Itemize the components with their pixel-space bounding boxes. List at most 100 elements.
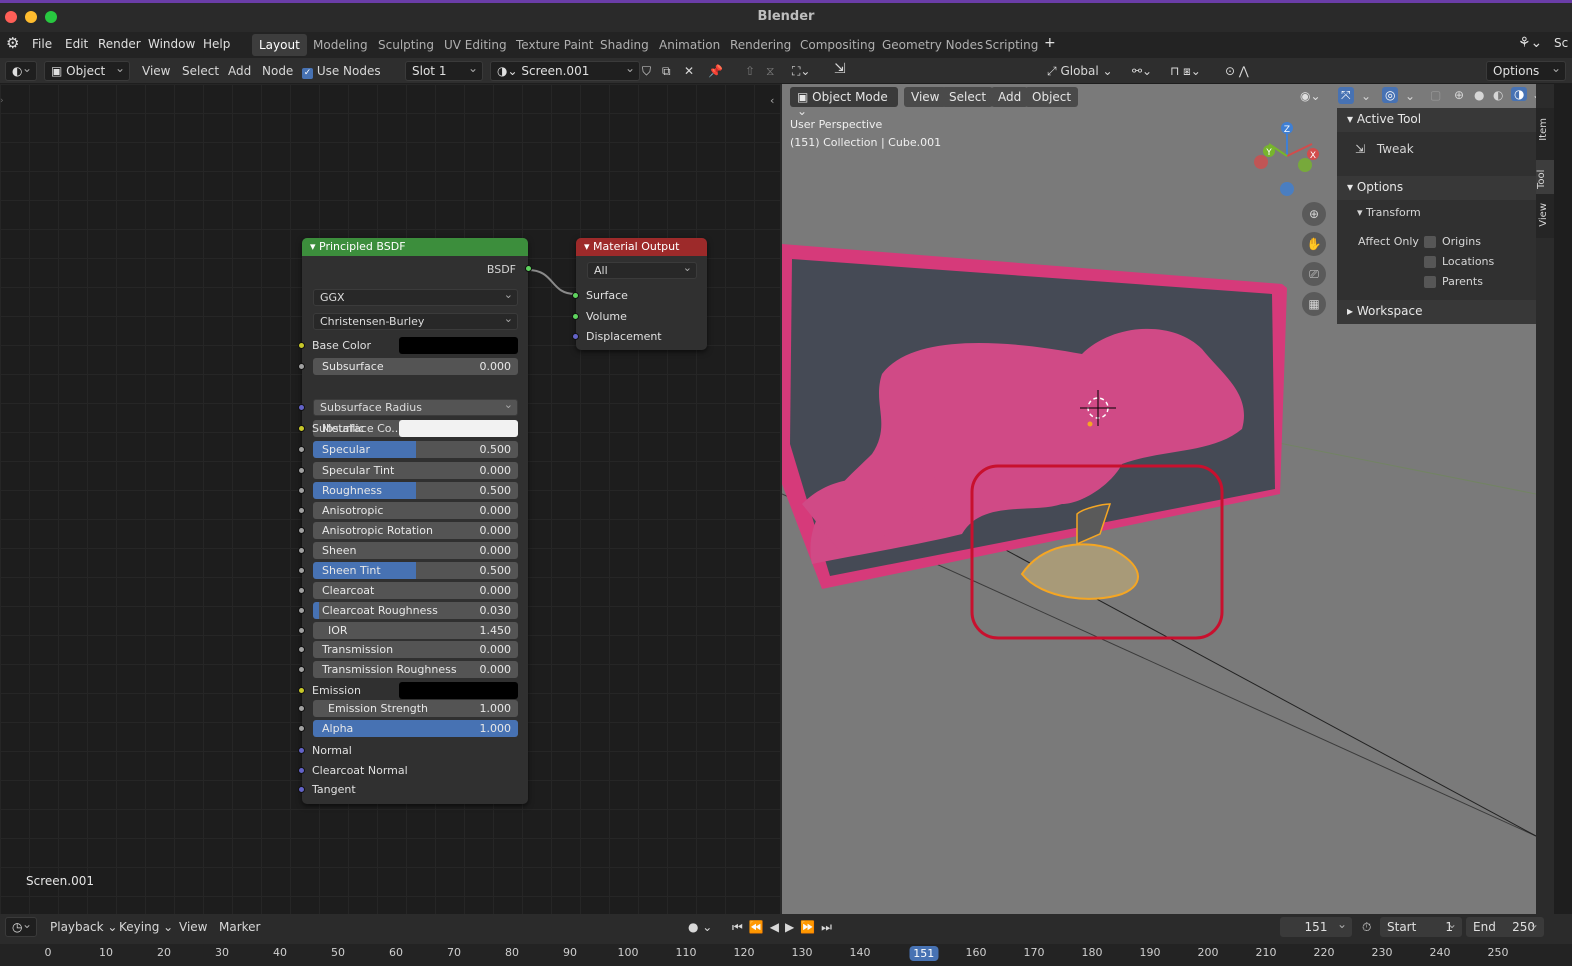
- snap-magnet-icon[interactable]: ⊓ ⧆⌄: [1170, 64, 1201, 79]
- wireframe-shading-icon[interactable]: ⊕: [1454, 88, 1464, 102]
- material-shading-icon[interactable]: ◐: [1493, 88, 1503, 102]
- blender-logo-icon[interactable]: ⚙: [6, 34, 19, 52]
- unlink-material-icon[interactable]: ✕: [684, 64, 694, 78]
- bsdf-field-socket[interactable]: [298, 725, 305, 732]
- material-selector[interactable]: ◑⌄ Screen.001: [490, 61, 640, 81]
- bsdf-field-socket[interactable]: [298, 567, 305, 574]
- bsdf-value-slider[interactable]: Specular Tint 0.000: [313, 462, 518, 479]
- solid-shading-icon[interactable]: ●: [1474, 88, 1484, 102]
- subsurface-radius-socket[interactable]: [298, 404, 305, 411]
- tab-texture-paint[interactable]: Texture Paint: [509, 34, 600, 56]
- locations-checkbox[interactable]: [1424, 256, 1436, 268]
- node-menu-add[interactable]: Add: [228, 64, 251, 78]
- bsdf-value-slider[interactable]: Clearcoat Roughness 0.030: [313, 602, 518, 619]
- pivot-point-icon[interactable]: ⚯⌄: [1132, 64, 1152, 78]
- bsdf-value-slider[interactable]: Roughness 0.500: [313, 482, 518, 499]
- menu-window[interactable]: Window: [148, 37, 195, 51]
- bsdf-field-socket[interactable]: [298, 467, 305, 474]
- node-menu-select[interactable]: Select: [182, 64, 219, 78]
- bsdf-field-socket[interactable]: [298, 666, 305, 673]
- duplicate-material-icon[interactable]: ⧉: [662, 64, 671, 79]
- end-frame-field[interactable]: End 250: [1466, 917, 1544, 937]
- visibility-eye-icon[interactable]: ◉⌄: [1300, 89, 1321, 103]
- bsdf-field-socket[interactable]: [298, 646, 305, 653]
- bsdf-field-socket[interactable]: [298, 587, 305, 594]
- stopwatch-icon[interactable]: ⏱: [1362, 920, 1371, 935]
- editor-type-dropdown[interactable]: ◐: [5, 61, 37, 81]
- bsdf-value-slider[interactable]: Specular 0.500: [313, 441, 518, 458]
- tab-scripting[interactable]: Scripting: [978, 34, 1045, 56]
- emission-socket[interactable]: [298, 687, 305, 694]
- viewport-menu-select[interactable]: Select: [942, 87, 994, 107]
- overlays-toggle-icon[interactable]: ◎: [1382, 87, 1399, 103]
- principled-bsdf-header[interactable]: ▾ Principled BSDF: [302, 238, 528, 256]
- current-frame-marker[interactable]: 151: [909, 946, 939, 961]
- selected-object[interactable]: [1020, 543, 1139, 600]
- rendered-shading-icon[interactable]: ◑: [1511, 87, 1528, 101]
- keying-menu[interactable]: Keying ⌄: [119, 920, 173, 934]
- start-frame-field[interactable]: Start 1: [1380, 917, 1462, 937]
- subsurface-radius-dropdown[interactable]: Subsurface Radius: [313, 398, 518, 416]
- viewport-menu-add[interactable]: Add: [991, 87, 1029, 107]
- surface-socket[interactable]: [572, 292, 579, 299]
- clearcoat-normal-socket[interactable]: [298, 767, 305, 774]
- emission-color-swatch[interactable]: [399, 682, 518, 699]
- viewport-editor-type-icon[interactable]: ⛶⌄: [792, 64, 810, 79]
- camera-view-icon[interactable]: ⎚: [1302, 262, 1326, 286]
- viewport-menu-object[interactable]: Object: [1025, 87, 1079, 107]
- bsdf-output-socket[interactable]: [525, 265, 532, 272]
- scene-selector-icon[interactable]: ⚘⌄: [1518, 35, 1542, 51]
- current-frame-field[interactable]: 151: [1280, 917, 1352, 937]
- bsdf-field-socket[interactable]: [298, 627, 305, 634]
- zoom-icon[interactable]: ⊕: [1302, 202, 1326, 226]
- tweak-tool-item[interactable]: ⇲ Tweak: [1355, 142, 1414, 156]
- timeline[interactable]: ◷ Playback ⌄ Keying ⌄ View Marker ● ⌄ ⏮⏪…: [0, 914, 1572, 966]
- timeline-view-menu[interactable]: View: [179, 920, 207, 934]
- node-menu-view[interactable]: View: [142, 64, 170, 78]
- sidebar-tab-view[interactable]: View: [1538, 203, 1549, 227]
- output-target-dropdown[interactable]: All: [587, 261, 697, 279]
- tab-modeling[interactable]: Modeling: [306, 34, 375, 56]
- displacement-socket[interactable]: [572, 333, 579, 340]
- marker-menu[interactable]: Marker: [219, 920, 260, 934]
- transform-subsection[interactable]: ▾ Transform: [1357, 206, 1421, 219]
- bsdf-value-slider[interactable]: IOR 1.450: [313, 622, 518, 639]
- xray-icon[interactable]: ▢: [1430, 88, 1441, 102]
- shading-dropdown-icon[interactable]: ⌄: [1532, 88, 1536, 102]
- fake-user-shield-icon[interactable]: ⛉: [642, 64, 651, 79]
- bsdf-value-slider[interactable]: Sheen 0.000: [313, 542, 518, 559]
- tweak-tool-icon[interactable]: ⇲: [834, 61, 846, 77]
- scene-label-icon[interactable]: Sc: [1554, 36, 1568, 50]
- navigation-gizmo[interactable]: Z X Y: [1252, 120, 1322, 200]
- pin-icon[interactable]: 📌: [708, 64, 723, 78]
- perspective-grid-icon[interactable]: ▦: [1302, 292, 1326, 316]
- gizmo-dropdown-icon[interactable]: ⌄: [1361, 89, 1371, 103]
- pan-hand-icon[interactable]: ✋: [1302, 232, 1326, 256]
- menu-file[interactable]: File: [32, 37, 52, 51]
- origins-checkbox[interactable]: [1424, 236, 1436, 248]
- sidebar-tab-tool[interactable]: Tool: [1536, 160, 1554, 194]
- material-output-node[interactable]: ▾ Material Output All Surface Volume Dis…: [572, 238, 707, 350]
- snap-icon[interactable]: ⧖: [766, 64, 774, 79]
- subsurface-color-socket[interactable]: [298, 425, 305, 432]
- auto-keying-icon[interactable]: ● ⌄: [688, 920, 712, 934]
- base-color-swatch[interactable]: [399, 337, 518, 354]
- menu-edit[interactable]: Edit: [65, 37, 88, 51]
- bsdf-value-slider[interactable]: Alpha 1.000: [313, 720, 518, 737]
- tab-uv-editing[interactable]: UV Editing: [437, 34, 514, 56]
- normal-socket[interactable]: [298, 747, 305, 754]
- bsdf-value-slider[interactable]: Anisotropic Rotation 0.000: [313, 522, 518, 539]
- bsdf-value-slider[interactable]: Subsurface 0.000: [313, 358, 518, 375]
- gizmo-toggle-icon[interactable]: ⤧: [1338, 87, 1354, 104]
- object-mode-dropdown[interactable]: ▣ Object Mode ⌄: [790, 87, 898, 118]
- menu-help[interactable]: Help: [203, 37, 230, 51]
- bsdf-value-slider[interactable]: Transmission 0.000: [313, 641, 518, 658]
- bsdf-field-socket[interactable]: [298, 446, 305, 453]
- bsdf-value-slider[interactable]: Sheen Tint 0.500: [313, 562, 518, 579]
- playback-controls[interactable]: ⏮⏪◀▶⏩⏭: [732, 920, 838, 935]
- bsdf-field-socket[interactable]: [298, 507, 305, 514]
- viewport-menu-view[interactable]: View: [904, 87, 947, 107]
- use-nodes-checkbox[interactable]: ✓ Use Nodes: [302, 64, 381, 79]
- tab-shading[interactable]: Shading: [593, 34, 656, 56]
- overlays-dropdown-icon[interactable]: ⌄: [1405, 89, 1415, 103]
